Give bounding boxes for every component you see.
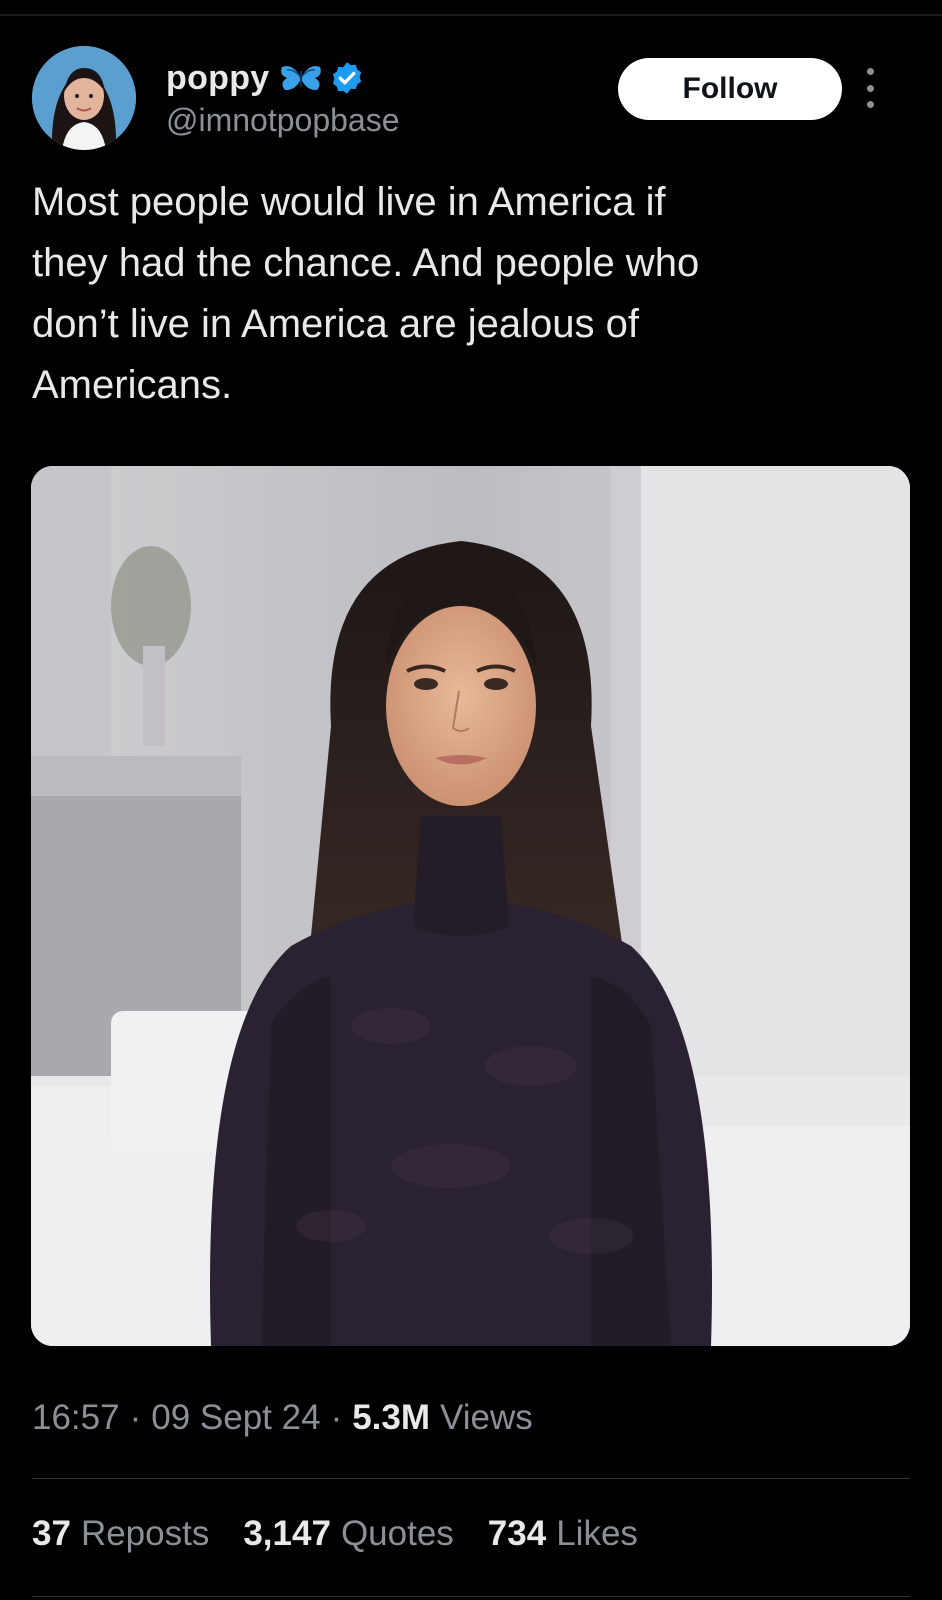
views-label: Views <box>440 1398 533 1437</box>
stats-divider <box>32 1596 910 1597</box>
tweet-page: poppy @imnotpopbase Follow Most people w… <box>0 0 942 1600</box>
tweet-meta: 16:57 · 09 Sept 24 · 5.3M Views <box>32 1398 533 1438</box>
reposts-count: 37 <box>32 1514 71 1553</box>
engagement-stats: 37 Reposts 3,147 Quotes 734 Likes <box>32 1514 672 1554</box>
media-photo <box>31 466 910 1346</box>
handle[interactable]: @imnotpopbase <box>166 102 400 139</box>
tweet-date[interactable]: 09 Sept 24 <box>151 1398 320 1438</box>
top-divider <box>0 14 942 16</box>
more-vertical-icon[interactable] <box>858 68 882 108</box>
quotes-stat[interactable]: 3,147 Quotes <box>243 1514 453 1554</box>
verified-badge-icon[interactable] <box>329 60 365 96</box>
likes-count: 734 <box>487 1514 547 1553</box>
reposts-label: Reposts <box>80 1514 210 1553</box>
author-names: poppy @imnotpopbase <box>166 56 400 139</box>
display-name[interactable]: poppy <box>166 59 269 98</box>
meta-separator: · <box>129 1398 142 1437</box>
tweet-header: poppy @imnotpopbase Follow <box>32 46 910 156</box>
quotes-count: 3,147 <box>243 1514 331 1553</box>
likes-label: Likes <box>556 1514 638 1553</box>
tweet-media-image[interactable] <box>31 466 910 1346</box>
tweet-time[interactable]: 16:57 <box>32 1398 120 1438</box>
display-name-row: poppy <box>166 56 400 100</box>
views-count: 5.3M <box>352 1398 431 1437</box>
meta-separator: · <box>330 1398 343 1437</box>
reposts-stat[interactable]: 37 Reposts <box>32 1514 209 1554</box>
follow-button[interactable]: Follow <box>618 58 842 120</box>
avatar[interactable] <box>32 46 136 150</box>
quotes-label: Quotes <box>340 1514 454 1553</box>
meta-divider <box>32 1478 910 1479</box>
tweet-text: Most people would live in America if the… <box>32 180 700 407</box>
butterfly-icon <box>281 66 322 91</box>
likes-stat[interactable]: 734 Likes <box>488 1514 638 1554</box>
